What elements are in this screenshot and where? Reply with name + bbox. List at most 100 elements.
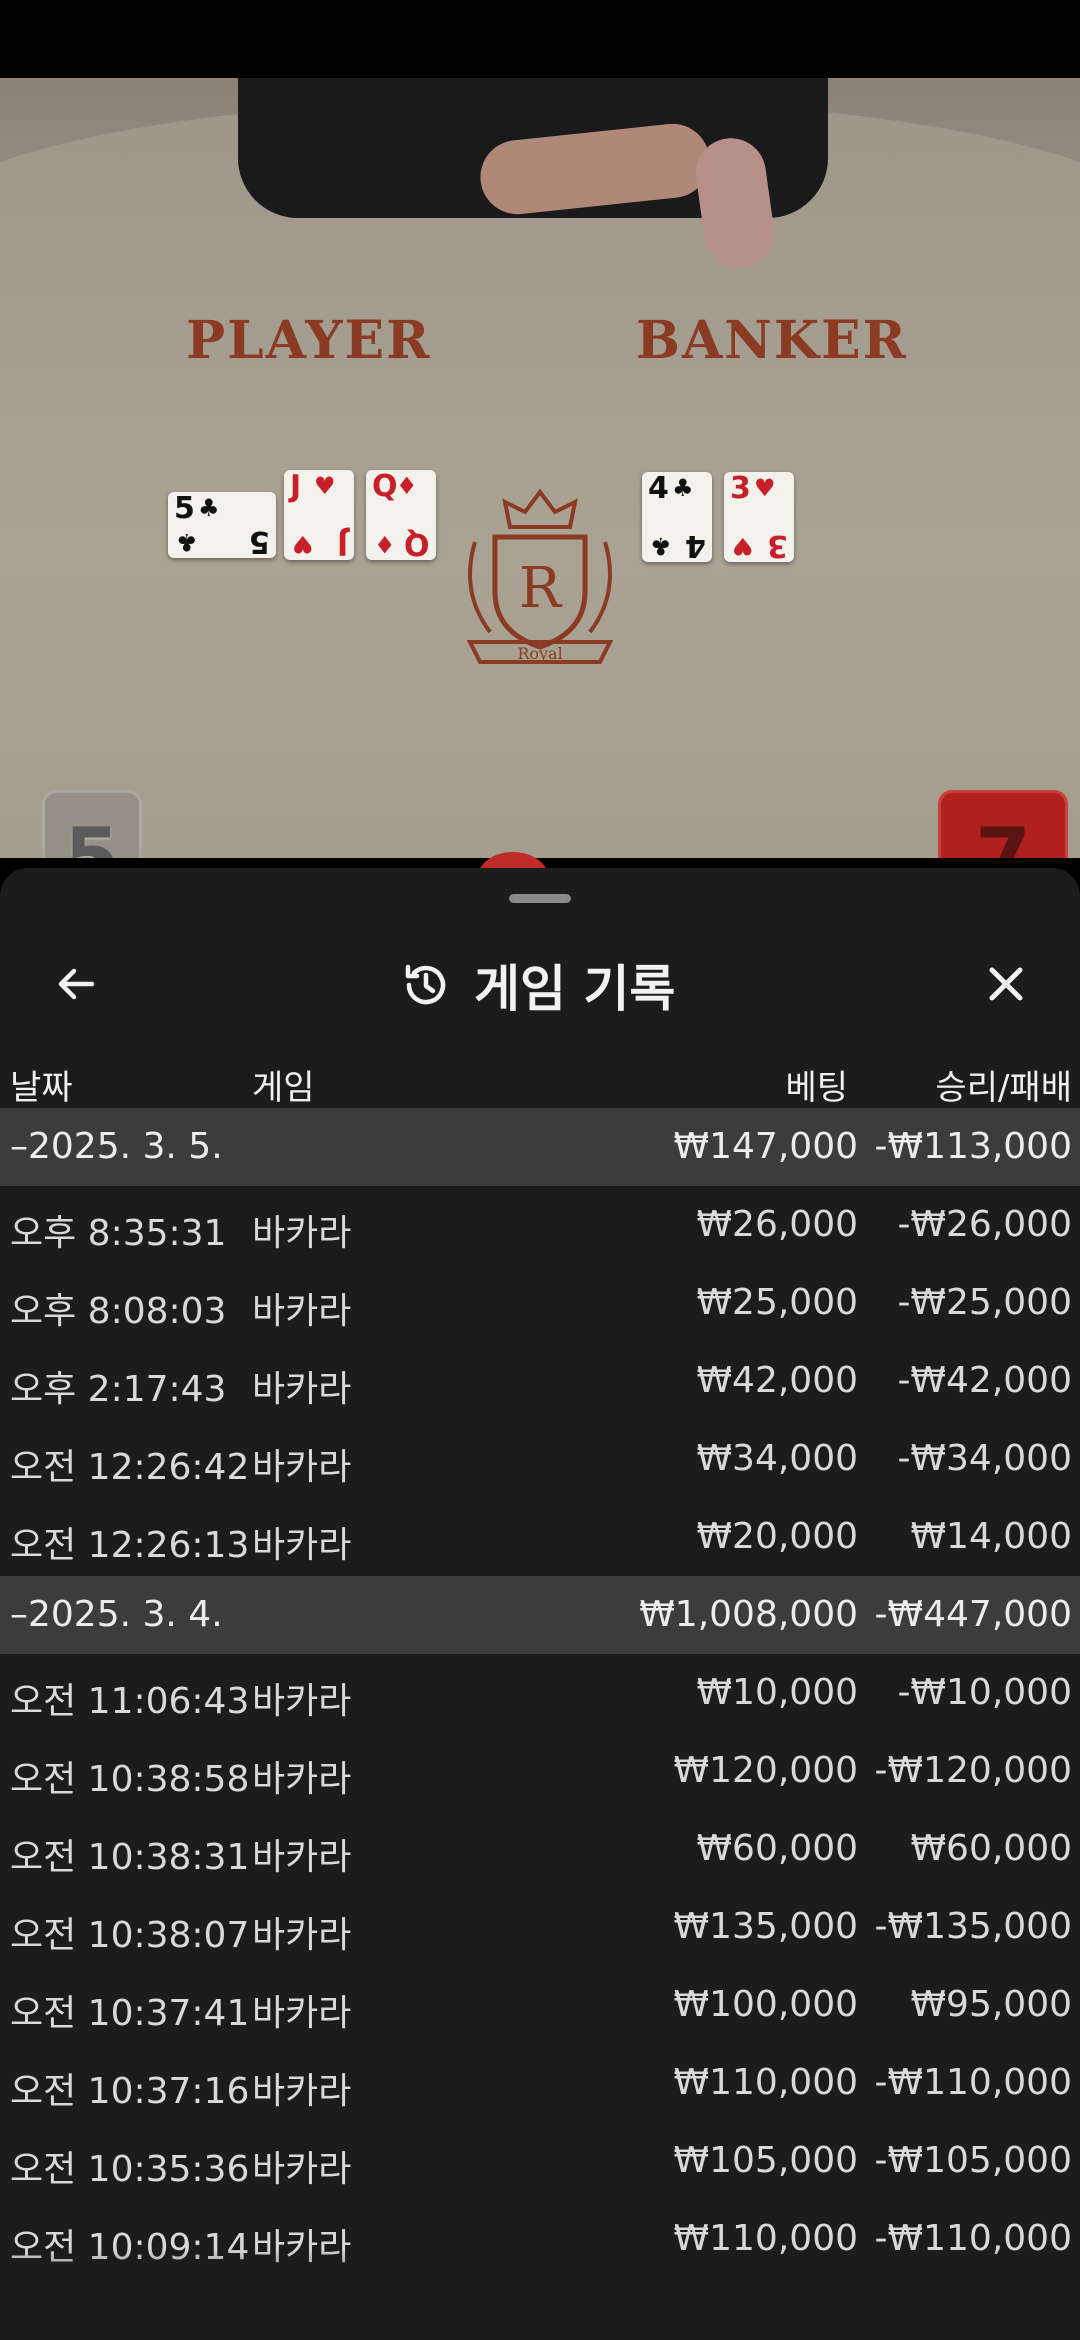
date-group-row[interactable]: –2025. 3. 4. ₩1,008,000 -₩447,000 [0,1576,1080,1654]
column-header-date: 날짜 [10,1068,73,1108]
row-time: 오후 8:08:03 [10,1291,227,1332]
table-row[interactable]: 오전 10:37:16 바카라 ₩110,000 -₩110,000 [0,2044,1080,2122]
card-rank: 5 [249,524,270,559]
row-bet: ₩34,000 [696,1438,858,1479]
table-row[interactable]: 오후 8:35:31 바카라 ₩26,000 -₩26,000 [0,1186,1080,1264]
table-row[interactable]: 오후 2:17:43 바카라 ₩42,000 -₩42,000 [0,1342,1080,1420]
row-win-loss: -₩105,000 [874,2140,1072,2181]
group-bet-total: ₩147,000 [673,1126,858,1167]
row-bet: ₩42,000 [696,1360,858,1401]
table-row[interactable]: 오전 12:26:13 바카라 ₩20,000 ₩14,000 [0,1498,1080,1576]
table-row[interactable]: 오전 10:35:36 바카라 ₩105,000 -₩105,000 [0,2122,1080,2200]
card-suit: ♣ [198,494,220,522]
row-time: 오전 12:26:42 [10,1447,250,1488]
group-date: –2025. 3. 5. [10,1126,223,1167]
playing-card: 5 ♣ 5 ♣ [168,491,276,559]
row-bet: ₩26,000 [696,1204,858,1245]
row-win-loss: -₩135,000 [874,1906,1072,1947]
card-suit: ♥ [314,472,336,500]
banker-label: BANKER [636,310,908,371]
row-bet: ₩100,000 [673,1984,858,2025]
svg-text:R: R [519,556,563,621]
row-win-loss: ₩95,000 [910,1984,1072,2025]
card-suit: ♣ [176,528,198,556]
row-game: 바카라 [252,2227,352,2268]
row-game: 바카라 [252,2071,352,2112]
close-icon [989,967,1023,1001]
table-row[interactable]: 오전 10:09:14 바카라 ₩110,000 -₩110,000 [0,2200,1080,2278]
table-row[interactable]: 오전 10:37:41 바카라 ₩100,000 ₩95,000 [0,1966,1080,2044]
row-win-loss: -₩110,000 [874,2062,1072,2103]
table-header: 날짜 게임 베팅 승리/패배 [0,1050,1080,1116]
card-suit: ♣ [650,532,672,560]
card-suit: ♥ [292,530,314,558]
row-bet: ₩60,000 [696,1828,858,1869]
table-row[interactable]: 오후 8:08:03 바카라 ₩25,000 -₩25,000 [0,1264,1080,1342]
card-rank: Q [372,469,398,504]
live-video-feed: PLAYER BANKER 5 ♣ 5 ♣ J ♥ J ♥ Q ♦ Q ♦ 4 ♣ 4 ♣ 3 ♥ 3 ♥ R Ro… [0,78,1080,858]
close-button[interactable] [970,948,1042,1020]
card-rank: 4 [685,528,706,563]
group-bet-total: ₩1,008,000 [639,1594,858,1635]
card-suit: ♦ [396,472,418,500]
sheet-header: 게임 기록 [0,928,1080,1038]
row-bet: ₩20,000 [696,1516,858,1557]
row-game: 바카라 [252,1837,352,1878]
playing-card: Q ♦ Q ♦ [366,469,436,561]
date-group-row[interactable]: –2025. 3. 5. ₩147,000 -₩113,000 [0,1108,1080,1186]
history-table: –2025. 3. 5. ₩147,000 -₩113,000 오후 8:35:31 바… [0,1108,1080,2278]
group-date: –2025. 3. 4. [10,1594,223,1635]
row-game: 바카라 [252,1759,352,1800]
row-game: 바카라 [252,1525,352,1566]
table-row[interactable]: 오전 10:38:58 바카라 ₩120,000 -₩120,000 [0,1732,1080,1810]
row-game: 바카라 [252,2149,352,2190]
row-time: 오전 10:38:07 [10,1915,250,1956]
row-win-loss: -₩25,000 [897,1282,1072,1323]
row-win-loss: -₩120,000 [874,1750,1072,1791]
row-time: 오전 10:37:41 [10,1993,250,2034]
card-suit: ♥ [732,532,754,560]
card-suit: ♦ [374,530,396,558]
playing-card: J ♥ J ♥ [284,469,354,561]
card-rank: J [290,469,302,504]
row-time: 오후 2:17:43 [10,1369,227,1410]
royal-crest-logo: R Royal [466,488,614,664]
table-row[interactable]: 오전 12:26:42 바카라 ₩34,000 -₩34,000 [0,1420,1080,1498]
row-bet: ₩135,000 [673,1906,858,1947]
row-time: 오전 10:38:58 [10,1759,250,1800]
page-title: 게임 기록 [474,960,676,1018]
card-rank: 3 [730,471,751,506]
card-rank: 5 [174,491,195,526]
card-suit: ♥ [754,474,776,502]
row-time: 오전 11:06:43 [10,1681,250,1722]
column-header-win-loss: 승리/패배 [935,1068,1072,1108]
row-game: 바카라 [252,1213,352,1254]
row-time: 오전 10:37:16 [10,2071,250,2112]
table-row[interactable]: 오전 10:38:07 바카라 ₩135,000 -₩135,000 [0,1888,1080,1966]
table-row[interactable]: 오전 10:38:31 바카라 ₩60,000 ₩60,000 [0,1810,1080,1888]
row-game: 바카라 [252,1993,352,2034]
arrow-left-icon [58,968,95,1000]
column-header-bet: 베팅 [785,1068,848,1108]
row-time: 오전 10:09:14 [10,2227,250,2268]
row-bet: ₩110,000 [673,2218,858,2259]
row-game: 바카라 [252,1447,352,1488]
player-label: PLAYER [186,310,432,371]
group-win-loss-total: -₩447,000 [874,1594,1072,1635]
row-win-loss: -₩42,000 [897,1360,1072,1401]
row-win-loss: ₩14,000 [910,1516,1072,1557]
card-rank: Q [404,526,430,561]
row-time: 오전 12:26:13 [10,1525,250,1566]
row-win-loss: -₩26,000 [897,1204,1072,1245]
drag-handle[interactable] [509,894,571,903]
row-bet: ₩105,000 [673,2140,858,2181]
status-bar [0,0,1080,78]
row-game: 바카라 [252,1681,352,1722]
table-row[interactable]: 오전 11:06:43 바카라 ₩10,000 -₩10,000 [0,1654,1080,1732]
back-button[interactable] [40,948,112,1020]
row-time: 오전 10:35:36 [10,2149,250,2190]
row-bet: ₩25,000 [696,1282,858,1323]
row-time: 오전 10:38:31 [10,1837,250,1878]
column-header-game: 게임 [252,1068,315,1108]
playing-card: 4 ♣ 4 ♣ [642,472,712,563]
